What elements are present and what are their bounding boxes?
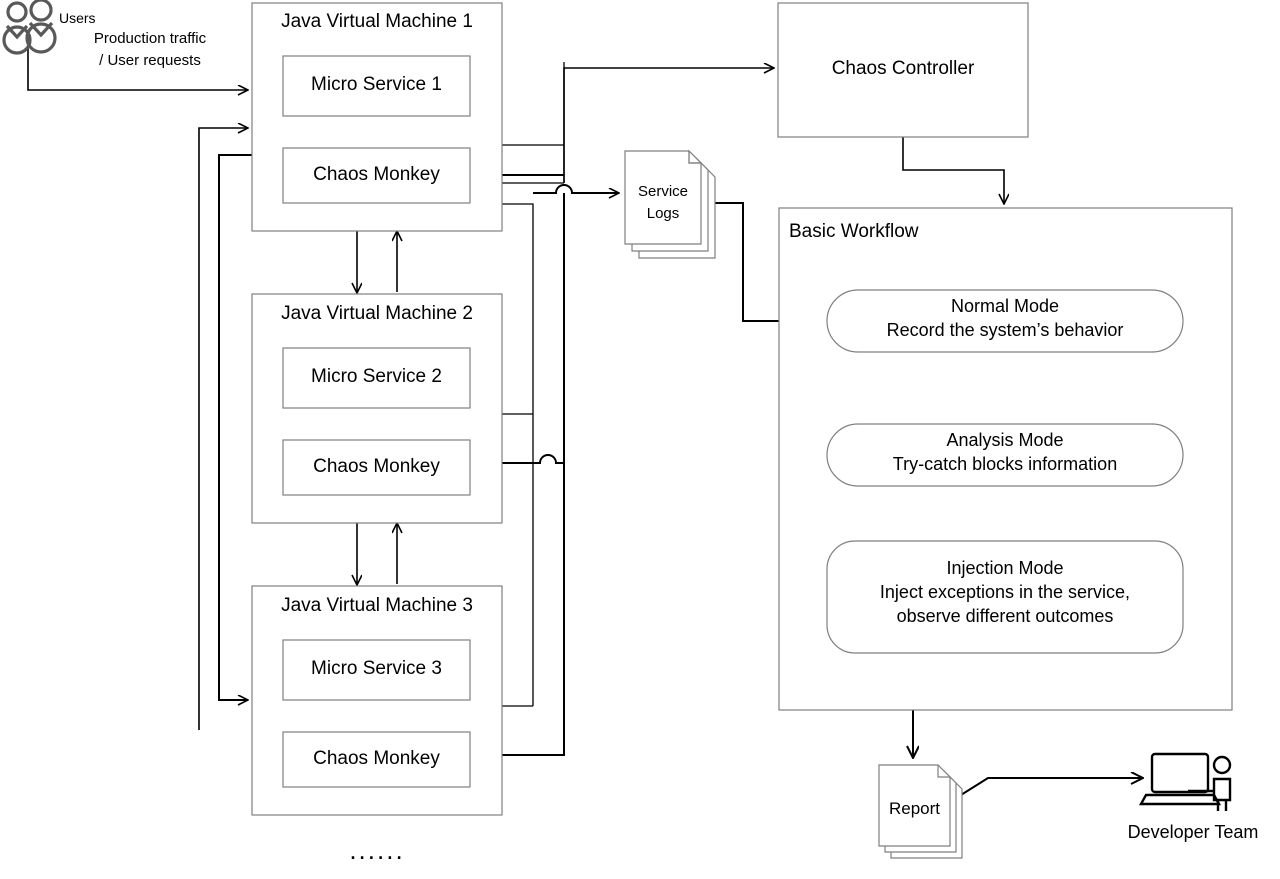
ellipsis-label: ......	[349, 835, 405, 865]
micro-service-label-3: Micro Service 3	[311, 658, 442, 679]
service-logs-label-line1: Service	[637, 183, 689, 200]
injection-mode-name: Injection Mode	[946, 558, 1064, 578]
analysis-mode-description: Try-catch blocks information	[892, 454, 1118, 474]
micro-service-label-2: Micro Service 2	[311, 366, 442, 387]
chaos-controller-label: Chaos Controller	[831, 58, 975, 79]
jvm-title-2: Java Virtual Machine 2	[281, 303, 473, 324]
chaos-monkey-label-2: Chaos Monkey	[313, 456, 440, 477]
jvm-title-1: Java Virtual Machine 1	[281, 11, 473, 32]
jvm-title-3: Java Virtual Machine 3	[281, 595, 473, 616]
report-label: Report	[888, 799, 941, 818]
users-label: Users	[59, 10, 96, 26]
normal-mode-name: Normal Mode	[950, 296, 1060, 316]
chaos-monkey-label-3: Chaos Monkey	[313, 748, 440, 769]
developer-team-label: Developer Team	[1127, 822, 1259, 842]
laptop-person-icon	[1138, 752, 1232, 811]
micro-service-label-1: Micro Service 1	[311, 74, 442, 95]
basic-workflow-label: Basic Workflow	[789, 221, 919, 242]
injection-mode-description-line2: observe different outcomes	[896, 606, 1114, 626]
chaos-monkey-label-1: Chaos Monkey	[313, 164, 440, 185]
analysis-mode-name: Analysis Mode	[946, 430, 1064, 450]
production-traffic-label-line1: Production traffic	[93, 30, 207, 47]
injection-mode-description-line1: Inject exceptions in the service,	[879, 582, 1131, 602]
users-group-icon	[2, 0, 57, 55]
production-traffic-label-line2: / User requests	[99, 52, 201, 69]
diagram-canvas: Users Production traffic / User requests…	[0, 0, 1280, 879]
service-logs-label-line2: Logs	[646, 205, 680, 222]
normal-mode-description: Record the system’s behavior	[886, 320, 1124, 340]
